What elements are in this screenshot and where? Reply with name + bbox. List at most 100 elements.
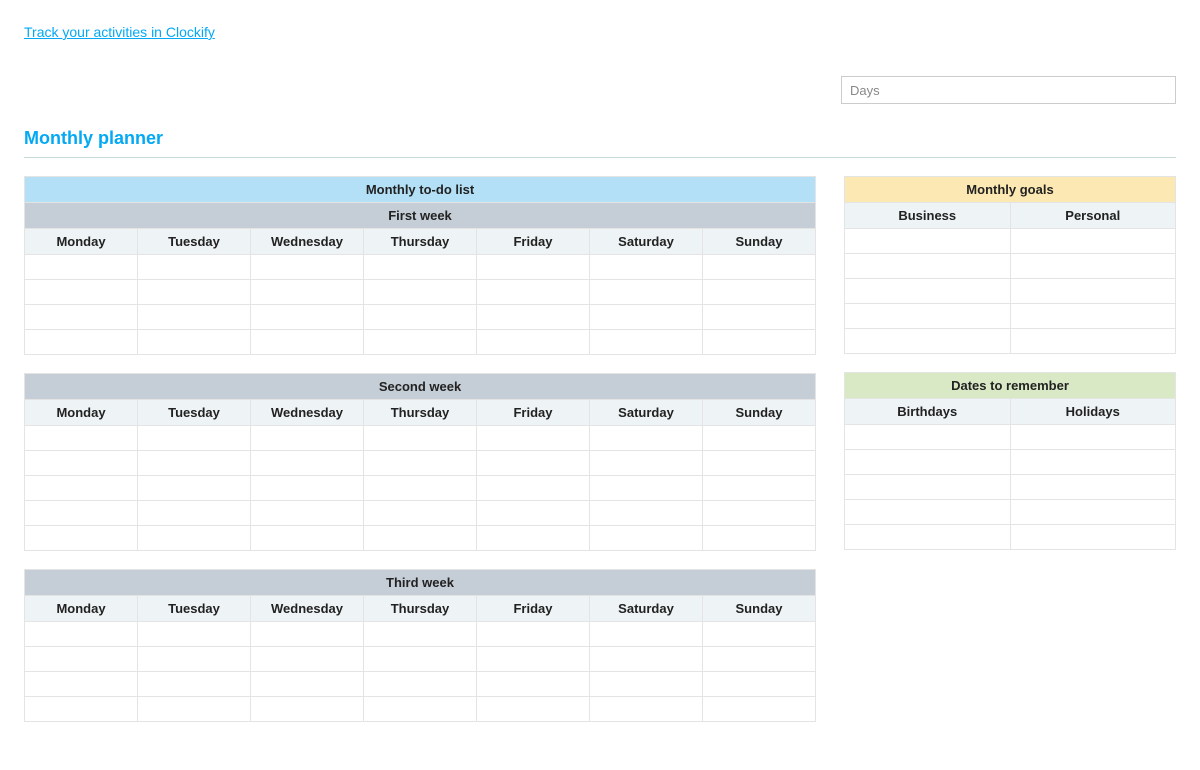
todo-cell[interactable] — [477, 426, 590, 451]
todo-cell[interactable] — [138, 305, 251, 330]
todo-cell[interactable] — [138, 672, 251, 697]
todo-cell[interactable] — [703, 330, 816, 355]
todo-cell[interactable] — [364, 526, 477, 551]
todo-cell[interactable] — [138, 451, 251, 476]
todo-cell[interactable] — [138, 526, 251, 551]
todo-cell[interactable] — [477, 255, 590, 280]
todo-cell[interactable] — [703, 451, 816, 476]
todo-cell[interactable] — [251, 526, 364, 551]
todo-cell[interactable] — [25, 451, 138, 476]
todo-cell[interactable] — [590, 622, 703, 647]
goal-cell[interactable] — [1010, 254, 1176, 279]
todo-cell[interactable] — [703, 280, 816, 305]
todo-cell[interactable] — [364, 451, 477, 476]
todo-cell[interactable] — [703, 501, 816, 526]
todo-cell[interactable] — [590, 305, 703, 330]
todo-cell[interactable] — [25, 697, 138, 722]
goal-cell[interactable] — [1010, 229, 1176, 254]
todo-cell[interactable] — [590, 647, 703, 672]
todo-cell[interactable] — [703, 697, 816, 722]
todo-cell[interactable] — [364, 622, 477, 647]
todo-cell[interactable] — [25, 255, 138, 280]
todo-cell[interactable] — [251, 305, 364, 330]
todo-cell[interactable] — [703, 622, 816, 647]
todo-cell[interactable] — [477, 280, 590, 305]
todo-cell[interactable] — [364, 305, 477, 330]
todo-cell[interactable] — [25, 672, 138, 697]
todo-cell[interactable] — [251, 426, 364, 451]
todo-cell[interactable] — [251, 622, 364, 647]
todo-cell[interactable] — [477, 622, 590, 647]
todo-cell[interactable] — [364, 672, 477, 697]
goal-cell[interactable] — [1010, 279, 1176, 304]
todo-cell[interactable] — [25, 426, 138, 451]
todo-cell[interactable] — [25, 622, 138, 647]
todo-cell[interactable] — [138, 330, 251, 355]
todo-cell[interactable] — [477, 526, 590, 551]
goal-cell[interactable] — [845, 229, 1011, 254]
todo-cell[interactable] — [703, 476, 816, 501]
todo-cell[interactable] — [251, 697, 364, 722]
todo-cell[interactable] — [138, 647, 251, 672]
todo-cell[interactable] — [364, 697, 477, 722]
date-cell[interactable] — [1010, 525, 1176, 550]
todo-cell[interactable] — [590, 330, 703, 355]
todo-cell[interactable] — [25, 330, 138, 355]
todo-cell[interactable] — [25, 305, 138, 330]
date-cell[interactable] — [845, 475, 1011, 500]
todo-cell[interactable] — [590, 426, 703, 451]
clockify-link[interactable]: Track your activities in Clockify — [24, 24, 215, 40]
todo-cell[interactable] — [364, 330, 477, 355]
todo-cell[interactable] — [703, 647, 816, 672]
todo-cell[interactable] — [590, 255, 703, 280]
todo-cell[interactable] — [251, 501, 364, 526]
todo-cell[interactable] — [703, 255, 816, 280]
todo-cell[interactable] — [477, 476, 590, 501]
todo-cell[interactable] — [590, 451, 703, 476]
todo-cell[interactable] — [477, 501, 590, 526]
date-cell[interactable] — [845, 450, 1011, 475]
todo-cell[interactable] — [251, 476, 364, 501]
todo-cell[interactable] — [251, 647, 364, 672]
todo-cell[interactable] — [138, 501, 251, 526]
todo-cell[interactable] — [590, 672, 703, 697]
todo-cell[interactable] — [25, 476, 138, 501]
todo-cell[interactable] — [251, 255, 364, 280]
todo-cell[interactable] — [590, 526, 703, 551]
date-cell[interactable] — [1010, 500, 1176, 525]
todo-cell[interactable] — [703, 305, 816, 330]
goal-cell[interactable] — [1010, 329, 1176, 354]
todo-cell[interactable] — [251, 330, 364, 355]
goal-cell[interactable] — [1010, 304, 1176, 329]
date-cell[interactable] — [1010, 425, 1176, 450]
todo-cell[interactable] — [251, 451, 364, 476]
days-input[interactable] — [841, 76, 1176, 104]
todo-cell[interactable] — [477, 647, 590, 672]
todo-cell[interactable] — [138, 476, 251, 501]
todo-cell[interactable] — [477, 672, 590, 697]
goal-cell[interactable] — [845, 329, 1011, 354]
todo-cell[interactable] — [138, 280, 251, 305]
todo-cell[interactable] — [477, 451, 590, 476]
todo-cell[interactable] — [590, 697, 703, 722]
todo-cell[interactable] — [590, 476, 703, 501]
todo-cell[interactable] — [138, 426, 251, 451]
todo-cell[interactable] — [25, 647, 138, 672]
todo-cell[interactable] — [138, 697, 251, 722]
todo-cell[interactable] — [364, 426, 477, 451]
todo-cell[interactable] — [138, 622, 251, 647]
date-cell[interactable] — [845, 425, 1011, 450]
date-cell[interactable] — [1010, 475, 1176, 500]
todo-cell[interactable] — [364, 255, 477, 280]
todo-cell[interactable] — [590, 501, 703, 526]
todo-cell[interactable] — [25, 280, 138, 305]
todo-cell[interactable] — [25, 526, 138, 551]
todo-cell[interactable] — [364, 280, 477, 305]
todo-cell[interactable] — [703, 526, 816, 551]
todo-cell[interactable] — [590, 280, 703, 305]
todo-cell[interactable] — [703, 672, 816, 697]
goal-cell[interactable] — [845, 254, 1011, 279]
todo-cell[interactable] — [477, 305, 590, 330]
date-cell[interactable] — [845, 525, 1011, 550]
todo-cell[interactable] — [364, 476, 477, 501]
